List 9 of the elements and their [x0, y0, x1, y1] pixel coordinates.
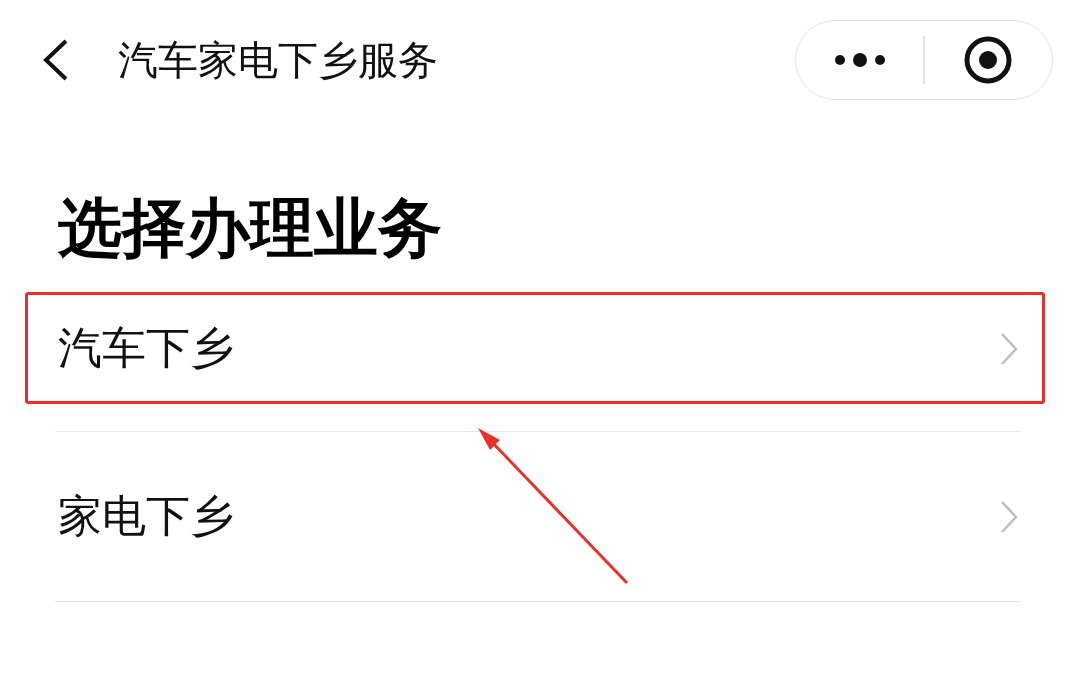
page-heading: 选择办理业务 — [58, 190, 443, 266]
nav-title: 汽车家电下乡服务 — [118, 35, 439, 85]
chevron-icon — [1000, 499, 1018, 534]
close-icon[interactable] — [963, 35, 1014, 85]
more-icon[interactable] — [833, 53, 886, 67]
list-item[interactable]: 汽车下乡 — [55, 266, 1020, 432]
item-label: 汽车下乡 — [57, 321, 235, 375]
item-label: 家电下乡 — [57, 489, 235, 543]
chevron-icon — [1000, 331, 1018, 366]
